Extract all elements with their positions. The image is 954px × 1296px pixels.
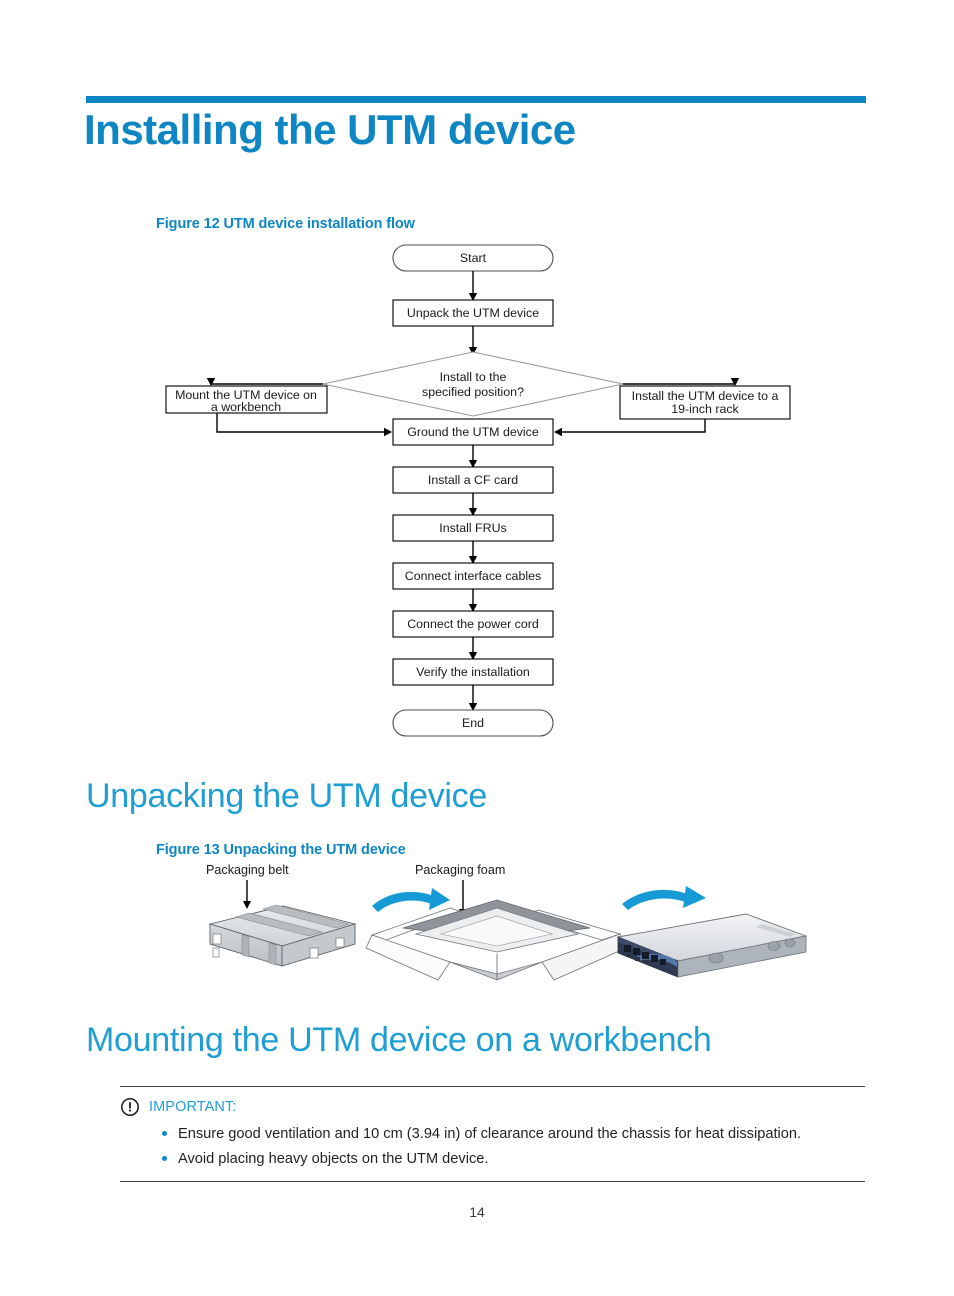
flow-node-power-cord-label: Connect the power cord	[407, 617, 539, 631]
flow-node-rack-label-2: 19-inch rack	[671, 402, 739, 416]
flow-node-workbench-label-2: a workbench	[211, 400, 281, 414]
callout-top-rule	[120, 1086, 865, 1088]
important-label: IMPORTANT:	[149, 1099, 237, 1116]
label-packaging-foam: Packaging foam	[415, 863, 505, 877]
flow-arrow-icon-2	[622, 886, 706, 910]
flow-node-frus-label: Install FRUs	[439, 521, 506, 535]
utm-device-illustration	[616, 913, 808, 978]
list-item: Ensure good ventilation and 10 cm (3.94 …	[120, 1123, 865, 1146]
flow-node-interface-cables-label: Connect interface cables	[405, 569, 541, 583]
flow-node-decision-label-1: Install to the	[440, 370, 507, 384]
flow-arrow-icon-1	[372, 888, 450, 912]
flow-node-decision	[322, 351, 624, 417]
flow-node-end-label: End	[462, 716, 484, 730]
flow-node-rack-label-1: Install the UTM device to a	[632, 389, 779, 403]
bullet-icon	[162, 1156, 167, 1161]
page-title: Installing the UTM device	[84, 106, 576, 153]
figure-13-caption: Figure 13 Unpacking the UTM device	[156, 842, 406, 858]
exclamation-circle-icon	[121, 1098, 139, 1117]
header-rule	[86, 96, 866, 103]
flow-node-cf-card-label: Install a CF card	[428, 473, 518, 487]
packaging-carton-open	[365, 899, 627, 981]
flow-node-decision-label-2: specified position?	[422, 385, 524, 399]
important-item-list: Ensure good ventilation and 10 cm (3.94 …	[120, 1123, 865, 1180]
section-heading-mounting: Mounting the UTM device on a workbench	[86, 1021, 712, 1059]
label-packaging-belt: Packaging belt	[206, 863, 289, 877]
important-callout: IMPORTANT: Ensure good ventilation and 1…	[120, 1086, 865, 1182]
flow-node-verify-label: Verify the installation	[416, 665, 530, 679]
bullet-icon	[162, 1131, 167, 1137]
callout-bottom-rule	[120, 1180, 865, 1182]
list-item-text: Ensure good ventilation and 10 cm (3.94 …	[178, 1126, 802, 1143]
figure-12-caption: Figure 12 UTM device installation flow	[156, 216, 415, 232]
page-number: 14	[469, 1204, 485, 1220]
list-item: Avoid placing heavy objects on the UTM d…	[120, 1148, 865, 1171]
figure-12-flowchart-lower: Install a CF card Install FRUs Connect i…	[370, 455, 590, 745]
flow-node-unpack-label: Unpack the UTM device	[407, 306, 539, 320]
figure-13-illustration: Packaging belt Packaging foam	[150, 862, 830, 1007]
section-heading-unpacking: Unpacking the UTM device	[86, 777, 487, 815]
flow-node-ground-label: Ground the UTM device	[407, 425, 539, 439]
list-item-text: Avoid placing heavy objects on the UTM d…	[178, 1151, 489, 1167]
packaging-carton-closed	[208, 904, 357, 967]
flow-node-start-label: Start	[460, 251, 487, 265]
